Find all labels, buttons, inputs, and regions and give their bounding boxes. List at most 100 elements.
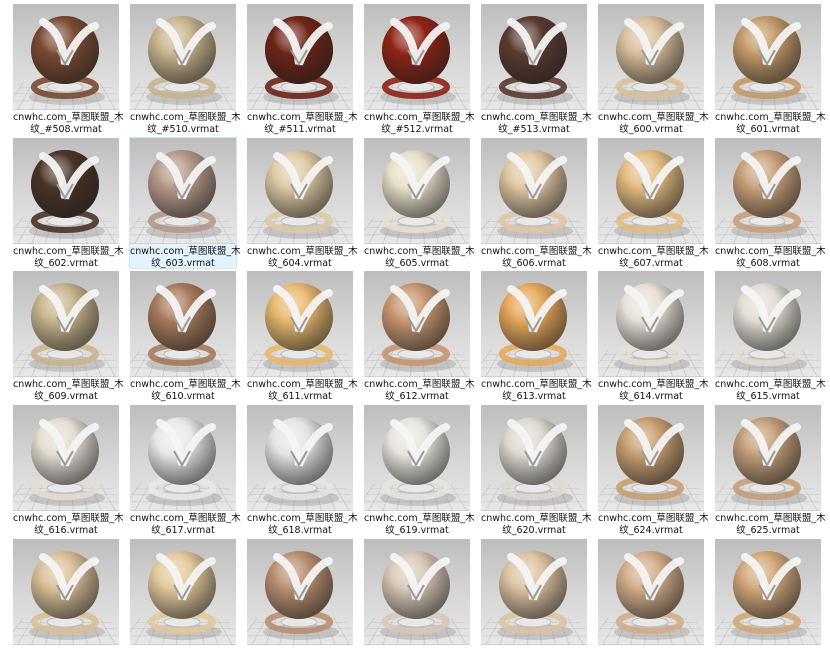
material-sphere-icon [263,16,339,105]
material-thumbnail [13,539,119,645]
file-name-line-1: cnwhc.com_草图联盟_木 [715,513,826,524]
file-name-line-1: cnwhc.com_草图联盟_木 [481,513,592,524]
material-thumbnail [13,4,119,110]
file-name: cnwhc.com_草图联盟_木 纹_609.vrmat [13,379,124,403]
material-thumbnail [715,539,821,645]
material-thumbnail [247,271,353,377]
file-name-line-2: 纹_611.vrmat [268,391,332,402]
material-sphere-icon [146,551,222,640]
material-thumbnail [364,138,470,244]
file-tile[interactable]: cnwhc.com_草图联盟_木 纹_606.vrmat [481,138,592,269]
file-tile[interactable] [481,539,587,647]
file-name-line-2: 纹_616.vrmat [34,525,98,536]
file-tile[interactable]: cnwhc.com_草图联盟_木 纹_605.vrmat [364,138,475,269]
material-sphere-icon [263,150,339,239]
material-thumbnail [130,138,236,244]
file-tile[interactable]: cnwhc.com_草图联盟_木 纹_#513.vrmat [481,4,592,135]
file-name-line-1: cnwhc.com_草图联盟_木 [481,112,592,123]
file-tile[interactable]: cnwhc.com_草图联盟_木 纹_619.vrmat [364,405,475,536]
material-thumbnail [130,405,236,511]
material-thumbnail [247,138,353,244]
file-name-line-2: 纹_605.vrmat [385,258,449,269]
material-thumbnail [481,271,587,377]
file-name-line-2: 纹_608.vrmat [736,258,800,269]
file-tile[interactable] [13,539,119,647]
material-thumbnail [715,4,821,110]
file-name-line-2: 纹_614.vrmat [619,391,683,402]
file-name-line-2: 纹_619.vrmat [385,525,449,536]
file-name: cnwhc.com_草图联盟_木 纹_610.vrmat [130,379,241,403]
file-name-line-1: cnwhc.com_草图联盟_木 [715,112,826,123]
file-tile[interactable]: cnwhc.com_草图联盟_木 纹_608.vrmat [715,138,826,270]
file-tile[interactable]: cnwhc.com_草图联盟_木 纹_620.vrmat [481,405,592,537]
material-sphere-icon [380,150,456,239]
file-name-line-1: cnwhc.com_草图联盟_木 [715,246,826,257]
material-sphere-icon [29,417,105,506]
file-tile[interactable]: cnwhc.com_草图联盟_木 纹_600.vrmat [598,4,709,135]
file-tile[interactable]: cnwhc.com_草图联盟_木 纹_601.vrmat [715,4,826,135]
file-tile[interactable]: cnwhc.com_草图联盟_木 纹_612.vrmat [364,271,475,402]
material-thumbnail [481,138,587,244]
material-sphere-icon [380,16,456,105]
material-thumbnail [247,4,353,110]
file-name-line-1: cnwhc.com_草图联盟_木 [130,513,241,524]
material-thumbnail [130,271,236,377]
file-tile[interactable]: cnwhc.com_草图联盟_木 纹_602.vrmat [13,138,124,269]
material-sphere-icon [731,551,807,640]
file-name-line-1: cnwhc.com_草图联盟_木 [247,112,358,123]
file-tile[interactable] [130,539,236,647]
material-sphere-icon [29,283,105,372]
file-name-line-2: 纹_617.vrmat [151,525,215,536]
file-tile[interactable] [247,539,353,647]
file-name-line-1: cnwhc.com_草图联盟_木 [13,246,124,257]
material-thumbnail [598,138,704,244]
file-tile[interactable]: cnwhc.com_草图联盟_木 纹_#511.vrmat [247,4,358,135]
file-name: cnwhc.com_草图联盟_木 纹_614.vrmat [598,379,709,403]
file-tile[interactable]: cnwhc.com_草图联盟_木 纹_610.vrmat [130,271,241,403]
material-sphere-icon [29,150,105,239]
file-tile[interactable]: cnwhc.com_草图联盟_木 纹_#512.vrmat [364,4,475,135]
material-sphere-icon [731,16,807,105]
material-sphere-icon [614,551,690,640]
file-tile[interactable] [364,539,470,647]
material-sphere-icon [614,417,690,506]
material-sphere-icon [263,283,339,372]
file-tile[interactable]: cnwhc.com_草图联盟_木 纹_613.vrmat [481,271,592,403]
file-name-line-2: 纹_601.vrmat [736,124,800,135]
material-sphere-icon [497,417,573,506]
file-tile[interactable]: cnwhc.com_草图联盟_木 纹_616.vrmat [13,405,124,536]
file-name: cnwhc.com_草图联盟_木 纹_613.vrmat [481,379,592,403]
file-tile[interactable]: cnwhc.com_草图联盟_木 纹_611.vrmat [247,271,358,402]
file-name: cnwhc.com_草图联盟_木 纹_624.vrmat [598,513,709,537]
file-tile[interactable]: cnwhc.com_草图联盟_木 纹_603.vrmat [129,137,241,270]
material-sphere-icon [146,16,222,105]
material-thumbnail [364,539,470,645]
file-name-line-1: cnwhc.com_草图联盟_木 [364,513,475,524]
file-name-line-1: cnwhc.com_草图联盟_木 [598,112,709,123]
file-name-line-1: cnwhc.com_草图联盟_木 [598,513,709,524]
file-tile[interactable]: cnwhc.com_草图联盟_木 纹_625.vrmat [715,405,826,536]
file-tile[interactable]: cnwhc.com_草图联盟_木 纹_607.vrmat [598,138,709,269]
material-thumbnail [598,271,704,377]
file-tile[interactable]: cnwhc.com_草图联盟_木 纹_618.vrmat [247,405,358,536]
file-name-line-2: 纹_#513.vrmat [498,124,570,135]
material-thumbnail [13,405,119,511]
file-tile[interactable] [715,539,821,647]
file-tile[interactable]: cnwhc.com_草图联盟_木 纹_#508.vrmat [13,4,124,135]
file-name: cnwhc.com_草图联盟_木 纹_603.vrmat [130,246,241,270]
file-tile[interactable]: cnwhc.com_草图联盟_木 纹_614.vrmat [598,271,709,403]
file-tile[interactable]: cnwhc.com_草图联盟_木 纹_604.vrmat [247,138,358,269]
file-name: cnwhc.com_草图联盟_木 纹_608.vrmat [715,246,826,270]
file-tile[interactable] [598,539,704,647]
material-sphere-icon [614,283,690,372]
file-tile[interactable]: cnwhc.com_草图联盟_木 纹_617.vrmat [130,405,241,536]
file-tile[interactable]: cnwhc.com_草图联盟_木 纹_624.vrmat [598,405,709,537]
file-tile[interactable]: cnwhc.com_草图联盟_木 纹_#510.vrmat [130,4,241,135]
material-thumbnail [481,539,587,645]
file-tile[interactable]: cnwhc.com_草图联盟_木 纹_615.vrmat [715,271,826,402]
material-sphere-icon [29,16,105,105]
file-name: cnwhc.com_草图联盟_木 纹_620.vrmat [481,513,592,537]
material-sphere-icon [146,150,222,239]
material-thumbnail [598,405,704,511]
file-tile[interactable]: cnwhc.com_草图联盟_木 纹_609.vrmat [13,271,124,403]
